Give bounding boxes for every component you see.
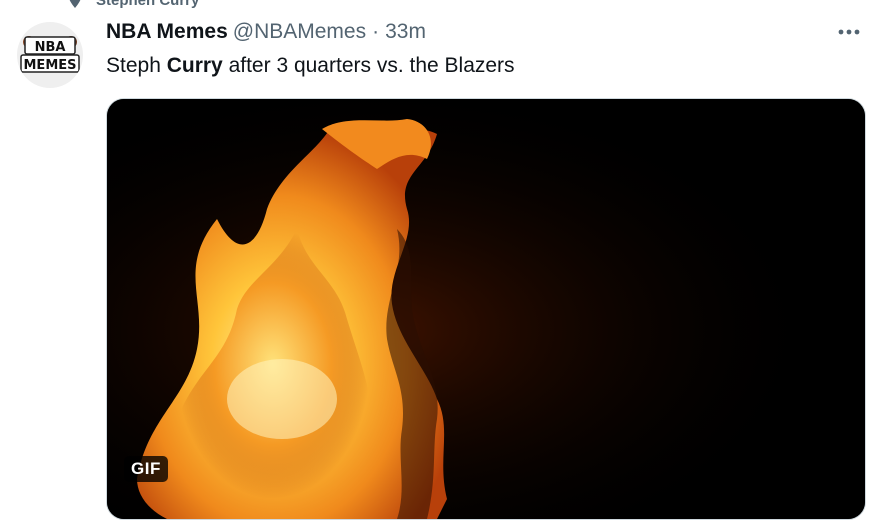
nba-memes-logo: NBA MEMES (17, 22, 83, 88)
avatar[interactable]: NBA MEMES (17, 22, 83, 88)
tweet-text: Steph Curry after 3 quarters vs. the Bla… (106, 52, 515, 80)
more-icon (838, 29, 860, 35)
tweet-gif-media[interactable]: GIF (106, 98, 866, 520)
tweet-text-end: after 3 quarters vs. the Blazers (222, 54, 515, 77)
tweet-header: NBA Memes @NBAMemes · 33m (106, 19, 871, 45)
social-context[interactable]: Stephen Curry (66, 0, 199, 12)
display-name[interactable]: NBA Memes (106, 20, 228, 44)
social-context-label[interactable]: Stephen Curry (96, 0, 199, 9)
separator-dot: · (372, 20, 380, 43)
avatar-logo-line2: MEMES (24, 58, 77, 73)
fire-gif-frame (107, 99, 865, 519)
timestamp[interactable]: 33m (385, 20, 426, 44)
avatar-logo-line1: NBA (35, 40, 66, 55)
gif-badge: GIF (124, 456, 168, 482)
pin-icon (69, 0, 81, 8)
tweet-text-highlight[interactable]: Curry (167, 54, 223, 77)
tweet-text-start: Steph (106, 54, 167, 77)
more-options-button[interactable] (833, 16, 865, 48)
user-handle[interactable]: @NBAMemes (233, 20, 366, 44)
